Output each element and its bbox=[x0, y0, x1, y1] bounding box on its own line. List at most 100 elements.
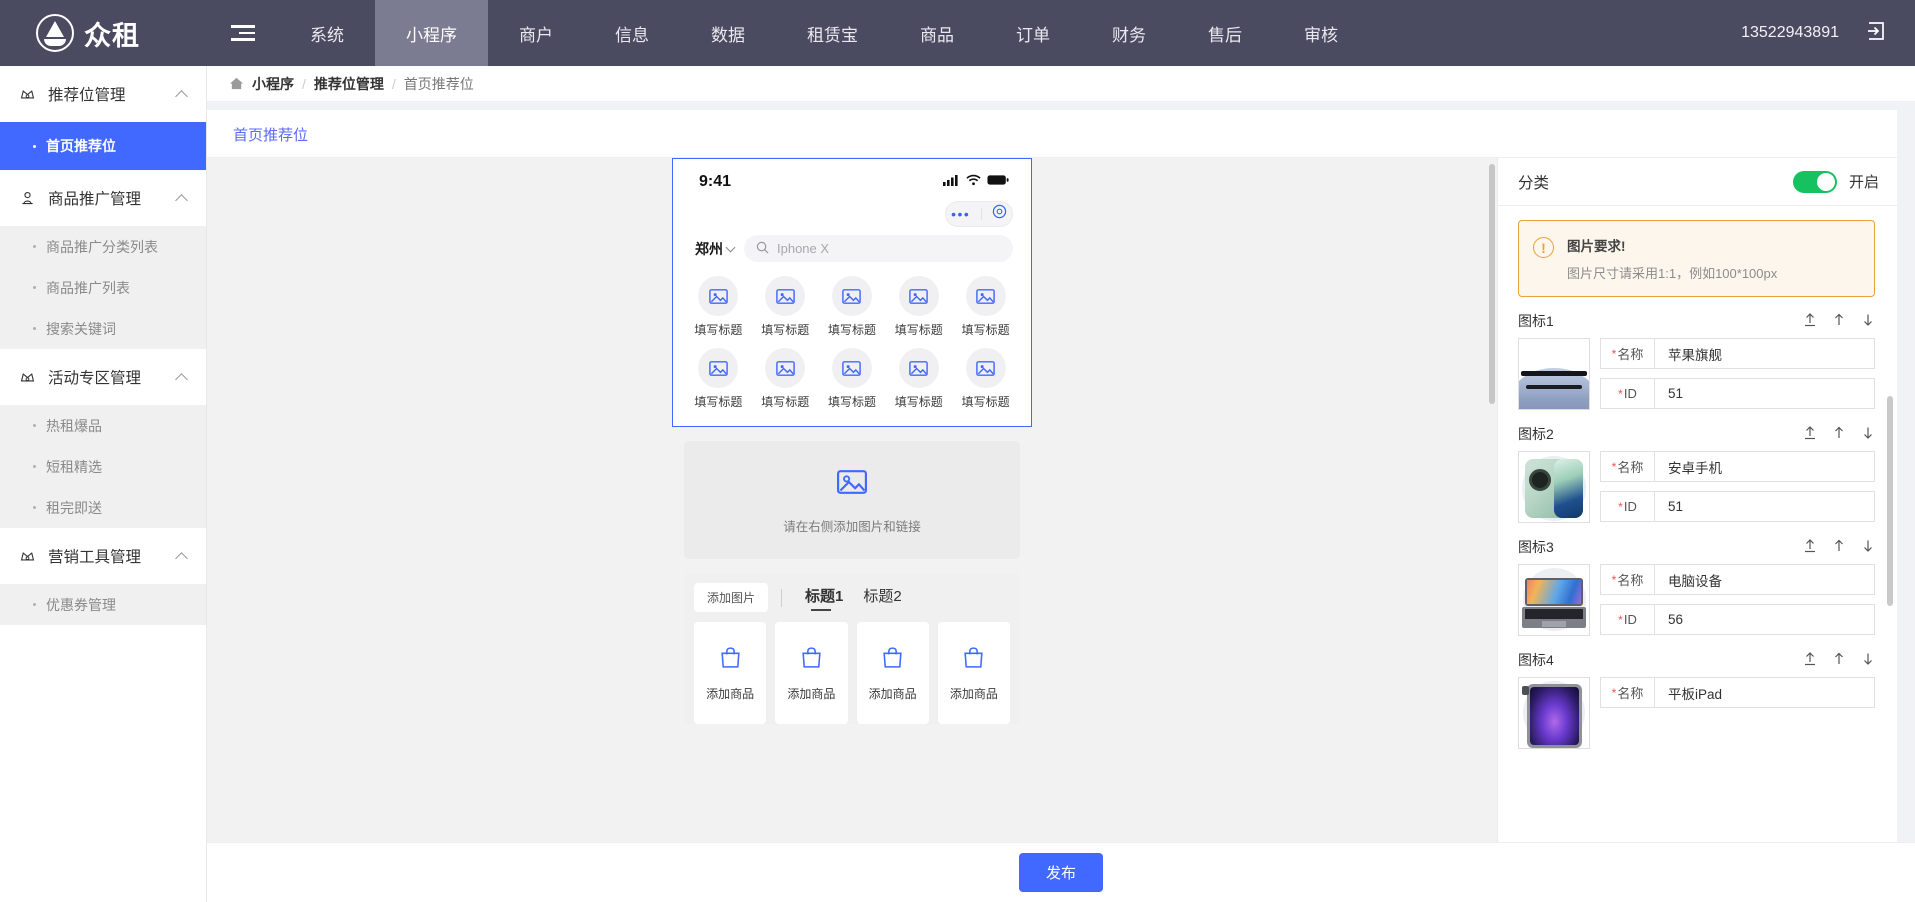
preview-scrollbar[interactable] bbox=[1489, 164, 1495, 404]
icon-thumbnail-android[interactable] bbox=[1518, 451, 1590, 523]
sidebar-navigation: 推荐位管理 首页推荐位 商品推广管理 商品推广分类列表 商品推广列表 搜索关键词… bbox=[0, 66, 207, 902]
grid-cell[interactable]: 填写标题 bbox=[952, 276, 1019, 338]
capsule-button[interactable]: ••• bbox=[945, 201, 1013, 227]
nav-item-dingdan[interactable]: 订单 bbox=[985, 0, 1081, 66]
grid-cell[interactable]: 填写标题 bbox=[685, 276, 752, 338]
grid-cell[interactable]: 填写标题 bbox=[752, 348, 819, 410]
nav-item-zulinbao[interactable]: 租赁宝 bbox=[776, 0, 889, 66]
add-product-card[interactable]: 添加商品 bbox=[937, 622, 1010, 724]
top-nav-items: 系统 小程序 商户 信息 数据 租赁宝 商品 订单 财务 售后 审核 bbox=[279, 0, 1369, 66]
upload-arrow-icon[interactable] bbox=[1803, 312, 1817, 330]
arrow-down-icon[interactable] bbox=[1861, 425, 1875, 443]
image-placeholder-icon bbox=[698, 348, 739, 388]
nav-item-shanghu[interactable]: 商户 bbox=[488, 0, 584, 66]
breadcrumb-item-xiaochengxu[interactable]: 小程序 bbox=[252, 74, 294, 94]
grid-cell[interactable]: 填写标题 bbox=[885, 348, 952, 410]
logout-icon[interactable] bbox=[1865, 20, 1887, 47]
name-field-label: * 名称 bbox=[1601, 678, 1655, 707]
icon-entry-actions bbox=[1803, 651, 1875, 669]
sidebar-item-search-keywords[interactable]: 搜索关键词 bbox=[0, 308, 206, 349]
banner-placeholder[interactable]: 请在右侧添加图片和链接 bbox=[684, 441, 1020, 559]
add-product-card[interactable]: 添加商品 bbox=[694, 622, 767, 724]
id-field[interactable]: * ID 56 bbox=[1600, 604, 1875, 635]
arrow-down-icon[interactable] bbox=[1861, 538, 1875, 556]
grid-cell[interactable]: 填写标题 bbox=[685, 348, 752, 410]
upload-arrow-icon[interactable] bbox=[1803, 538, 1817, 556]
search-input[interactable]: Iphone X bbox=[744, 235, 1013, 262]
icon-thumbnail-apple[interactable] bbox=[1518, 338, 1590, 410]
grid-cell[interactable]: 填写标题 bbox=[752, 276, 819, 338]
nav-item-xiaochengxu[interactable]: 小程序 bbox=[375, 0, 488, 66]
grid-cell[interactable]: 填写标题 bbox=[819, 276, 886, 338]
id-field[interactable]: * ID 51 bbox=[1600, 378, 1875, 409]
search-icon bbox=[756, 241, 769, 257]
arrow-down-icon[interactable] bbox=[1861, 651, 1875, 669]
bullet-icon bbox=[33, 603, 36, 606]
name-field-value[interactable]: 电脑设备 bbox=[1655, 565, 1874, 594]
upload-arrow-icon[interactable] bbox=[1803, 425, 1817, 443]
add-product-card[interactable]: 添加商品 bbox=[856, 622, 929, 724]
sidebar-item-coupon-management[interactable]: 优惠券管理 bbox=[0, 584, 206, 625]
tab-title-1[interactable]: 标题1 bbox=[795, 585, 853, 611]
grid-cell[interactable]: 填写标题 bbox=[952, 348, 1019, 410]
nav-item-shenhe[interactable]: 审核 bbox=[1273, 0, 1369, 66]
icon-entry-label: 图标1 bbox=[1518, 313, 1554, 329]
name-field[interactable]: * 名称 电脑设备 bbox=[1600, 564, 1875, 595]
publish-button[interactable]: 发布 bbox=[1018, 853, 1103, 892]
name-field-value[interactable]: 苹果旗舰 bbox=[1655, 339, 1874, 368]
icon-thumbnail-ipad[interactable] bbox=[1518, 677, 1590, 749]
nav-item-xitong[interactable]: 系统 bbox=[279, 0, 375, 66]
nav-item-shuju[interactable]: 数据 bbox=[680, 0, 776, 66]
upload-arrow-icon[interactable] bbox=[1803, 651, 1817, 669]
sidebar-item-rent-to-own[interactable]: 租完即送 bbox=[0, 487, 206, 528]
icon-thumbnail-laptop[interactable] bbox=[1518, 564, 1590, 636]
sidebar-item-home-recommend[interactable]: 首页推荐位 bbox=[0, 122, 206, 170]
id-field-value[interactable]: 51 bbox=[1655, 492, 1874, 521]
arrow-up-icon[interactable] bbox=[1832, 425, 1846, 443]
sidebar-group-label: 活动专区管理 bbox=[48, 370, 142, 387]
arrow-down-icon[interactable] bbox=[1861, 312, 1875, 330]
sidebar-submenu-activity-zone: 热租爆品 短租精选 租完即送 bbox=[0, 405, 206, 528]
grid-cell[interactable]: 填写标题 bbox=[819, 348, 886, 410]
nav-item-caiwu[interactable]: 财务 bbox=[1081, 0, 1177, 66]
breadcrumb-item-recommend-mgmt[interactable]: 推荐位管理 bbox=[314, 74, 384, 94]
hamburger-menu-icon[interactable] bbox=[207, 0, 279, 66]
sidebar-group-activity-zone[interactable]: 活动专区管理 bbox=[0, 349, 206, 405]
name-field-value[interactable]: 平板iPad bbox=[1655, 678, 1874, 707]
id-field-value[interactable]: 56 bbox=[1655, 605, 1874, 634]
category-panel-scrollbar[interactable] bbox=[1887, 396, 1893, 606]
name-field[interactable]: * 名称 平板iPad bbox=[1600, 677, 1875, 708]
category-enable-toggle[interactable] bbox=[1792, 170, 1837, 193]
sidebar-item-promo-list[interactable]: 商品推广列表 bbox=[0, 267, 206, 308]
name-field[interactable]: * 名称 苹果旗舰 bbox=[1600, 338, 1875, 369]
more-dots-icon[interactable]: ••• bbox=[951, 207, 970, 221]
city-selector[interactable]: 郑州 bbox=[695, 239, 736, 259]
shopping-bag-icon bbox=[718, 645, 743, 675]
id-field-value[interactable]: 51 bbox=[1655, 379, 1874, 408]
add-product-card[interactable]: 添加商品 bbox=[775, 622, 848, 724]
target-circle-icon[interactable] bbox=[992, 204, 1007, 224]
sidebar-item-short-rental[interactable]: 短租精选 bbox=[0, 446, 206, 487]
arrow-up-icon[interactable] bbox=[1832, 538, 1846, 556]
id-field[interactable]: * ID 51 bbox=[1600, 491, 1875, 522]
name-field-value[interactable]: 安卓手机 bbox=[1655, 452, 1874, 481]
nav-item-shangpin[interactable]: 商品 bbox=[889, 0, 985, 66]
name-field[interactable]: * 名称 安卓手机 bbox=[1600, 451, 1875, 482]
sidebar-group-product-promo[interactable]: 商品推广管理 bbox=[0, 170, 206, 226]
sidebar-group-marketing-tools[interactable]: 营销工具管理 bbox=[0, 528, 206, 584]
add-picture-button[interactable]: 添加图片 bbox=[694, 583, 769, 612]
sidebar-item-promo-category-list[interactable]: 商品推广分类列表 bbox=[0, 226, 206, 267]
phone-screen[interactable]: 9:41 ••• 郑州 Iphone X 填写标题 填写标题 填写标题 填写标题… bbox=[672, 158, 1032, 427]
nav-item-shouhou[interactable]: 售后 bbox=[1177, 0, 1273, 66]
brand-logo-area[interactable]: 众租 bbox=[0, 0, 207, 66]
tab-title-2[interactable]: 标题2 bbox=[853, 585, 911, 611]
sidebar-item-hot-rental[interactable]: 热租爆品 bbox=[0, 405, 206, 446]
sidebar-group-recommend[interactable]: 推荐位管理 bbox=[0, 66, 206, 122]
arrow-up-icon[interactable] bbox=[1832, 312, 1846, 330]
arrow-up-icon[interactable] bbox=[1832, 651, 1846, 669]
image-placeholder-icon bbox=[698, 276, 739, 316]
home-icon[interactable] bbox=[229, 76, 244, 91]
grid-cell[interactable]: 填写标题 bbox=[885, 276, 952, 338]
nav-item-xinxi[interactable]: 信息 bbox=[584, 0, 680, 66]
account-phone-number: 13522943891 bbox=[1741, 24, 1839, 41]
